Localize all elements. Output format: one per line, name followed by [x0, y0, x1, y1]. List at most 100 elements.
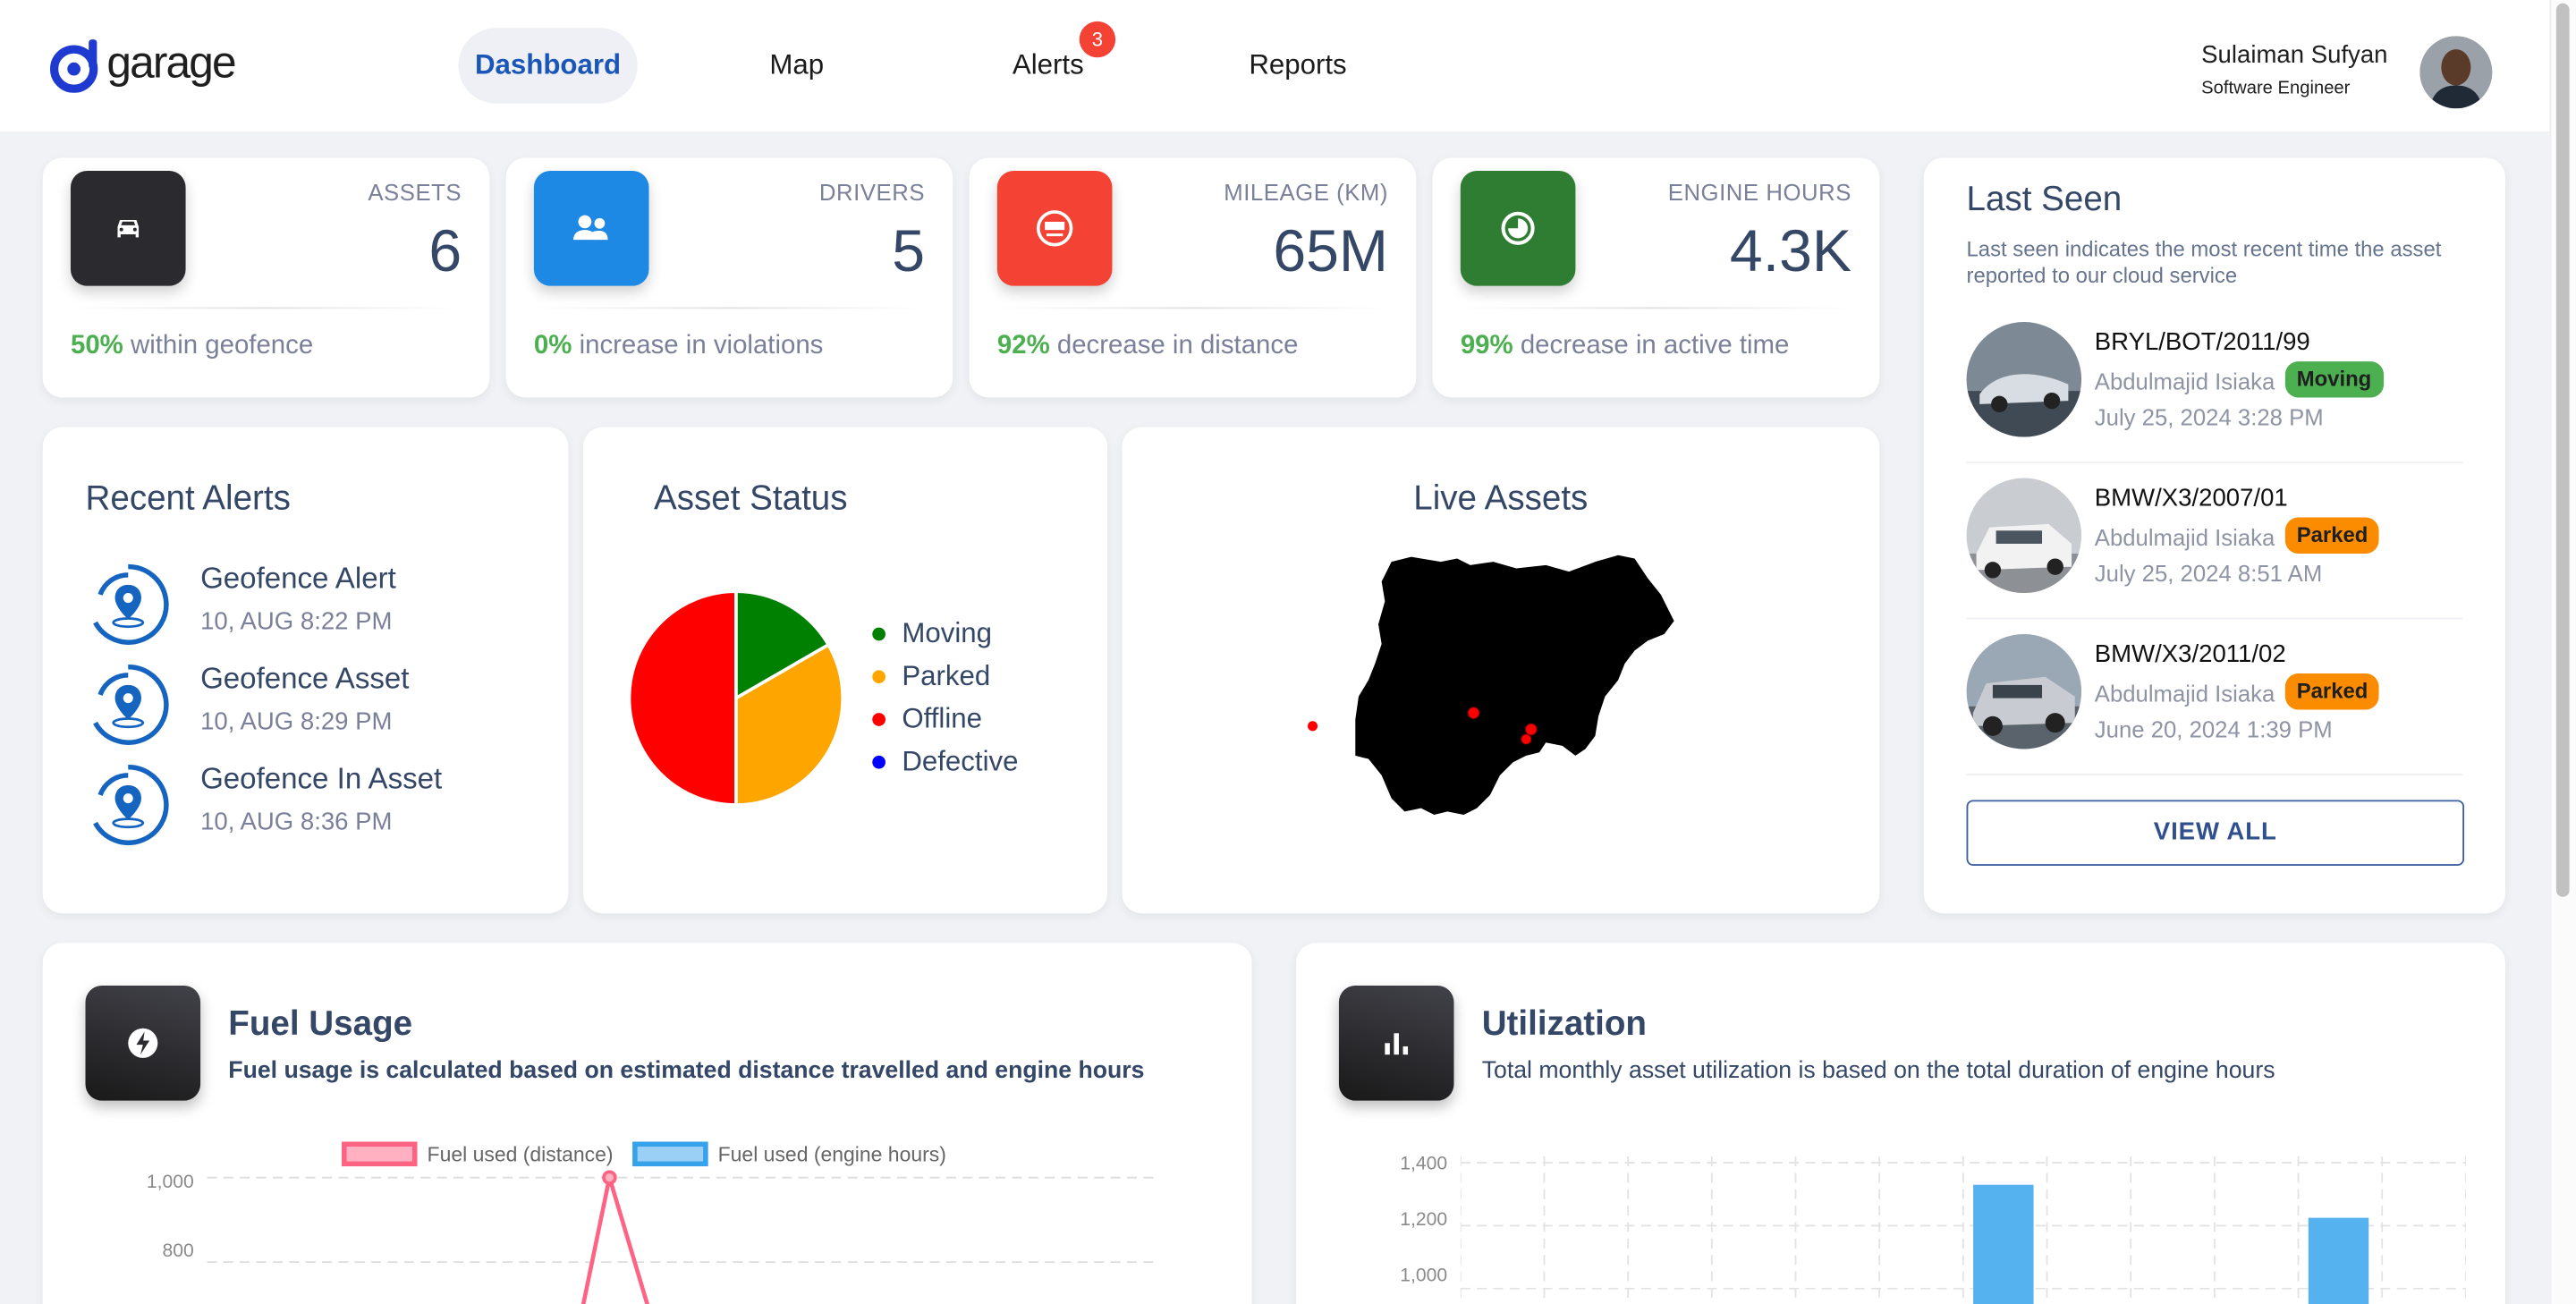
geofence-pin-icon [93, 664, 169, 745]
last-seen-item[interactable]: BMW/X3/2011/02 Abdulmajid Isiaka Parked … [1966, 628, 2463, 775]
last-seen-date: June 20, 2024 1:39 PM [2094, 716, 2333, 743]
nigeria-map[interactable] [1296, 548, 1690, 821]
stat-percent: 50% [70, 332, 123, 360]
utilization-bar[interactable] [2308, 1217, 2369, 1304]
last-seen-item[interactable]: BMW/X3/2007/01 Abdulmajid Isiaka Parked … [1966, 471, 2463, 620]
stat-footer: 92% decrease in distance [997, 332, 1299, 361]
asset-marker[interactable] [1467, 707, 1480, 719]
nav-dashboard[interactable]: Dashboard [458, 28, 638, 104]
legend-dot [872, 713, 886, 726]
stat-footer-text: within geofence [123, 332, 314, 360]
geofence-pin-icon [93, 764, 169, 845]
car-photo-icon [1966, 478, 2082, 594]
legend-item-defective: Defective [872, 746, 1019, 779]
timer-icon [1501, 211, 1535, 245]
alert-time: 10, AUG 8:29 PM [200, 707, 393, 736]
alert-item[interactable]: Geofence Asset 10, AUG 8:29 PM [86, 662, 546, 754]
divider [996, 307, 1389, 309]
y-tick-label: 800 [162, 1241, 194, 1262]
driver-name: Abdulmajid Isiaka [2094, 523, 2275, 551]
legend-label: Moving [902, 617, 993, 649]
vehicle-photo [1966, 478, 2082, 594]
stat-card-mileage: MILEAGE (KM) 65M 92% decrease in distanc… [969, 157, 1417, 398]
fuel-usage-card: Fuel Usage Fuel usage is calculated base… [42, 943, 1252, 1304]
legend-item-offline: Offline [872, 703, 982, 736]
status-badge: Parked [2284, 673, 2380, 710]
utilization-card: Utilization Total monthly asset utilizat… [1296, 943, 2505, 1304]
top-navbar: garage Dashboard Map Alerts 3 Reports Su… [0, 0, 2550, 131]
asset-status-card: Asset Status Moving Parked Offline Defec… [583, 427, 1107, 914]
alert-item[interactable]: Geofence In Asset 10, AUG 8:36 PM [86, 762, 546, 854]
nav-reports[interactable]: Reports [1224, 28, 1371, 103]
recent-alerts-title: Recent Alerts [85, 479, 291, 518]
odometer-icon [1036, 210, 1073, 247]
asset-status-pie-chart [627, 589, 845, 807]
fuel-distance-line [580, 1176, 649, 1304]
last-seen-description: Last seen indicates the most recent time… [1966, 236, 2442, 288]
live-assets-title: Live Assets [1413, 479, 1589, 518]
utilization-bar[interactable] [1973, 1184, 2034, 1304]
legend-label: Offline [902, 703, 983, 735]
stat-card-assets: ASSETS 6 50% within geofence [42, 157, 490, 398]
alert-time: 10, AUG 8:22 PM [200, 607, 393, 636]
view-all-button[interactable]: VIEW ALL [1966, 800, 2465, 866]
avatar-photo-icon [2419, 36, 2493, 109]
brand-logo[interactable]: garage [49, 33, 237, 98]
data-point[interactable] [602, 1170, 617, 1185]
status-badge: Parked [2284, 517, 2380, 554]
drivers-icon-tile [533, 171, 649, 286]
stat-footer-text: increase in violations [572, 332, 824, 360]
stat-value: 65M [1273, 216, 1389, 284]
driver-name: Abdulmajid Isiaka [2094, 680, 2275, 707]
asset-marker[interactable] [1308, 721, 1318, 732]
vehicle-plate: BMW/X3/2011/02 [2094, 640, 2286, 669]
last-seen-item[interactable]: BRYL/BOT/2011/99 Abdulmajid Isiaka Movin… [1966, 316, 2463, 463]
legend-item-parked: Parked [872, 660, 990, 693]
stat-label: ENGINE HOURS [1667, 179, 1852, 206]
y-tick-label: 1,000 [146, 1173, 194, 1193]
assets-icon-tile [70, 171, 186, 286]
status-badge: Moving [2284, 361, 2384, 398]
stat-percent: 0% [533, 332, 572, 360]
user-avatar[interactable] [2419, 36, 2493, 109]
legend-dot [872, 755, 886, 769]
asset-marker[interactable] [1525, 723, 1538, 736]
user-name: Sulaiman Sufyan [2201, 40, 2388, 70]
last-seen-date: July 25, 2024 3:28 PM [2094, 403, 2324, 431]
nav-map[interactable]: Map [723, 28, 870, 103]
stat-card-engine-hours: ENGINE HOURS 4.3K 99% decrease in active… [1432, 157, 1880, 398]
stat-footer: 99% decrease in active time [1461, 332, 1790, 361]
legend-dot [872, 670, 886, 684]
stat-label: ASSETS [368, 179, 462, 206]
scrollbar-thumb[interactable] [2555, 3, 2570, 897]
car-photo-icon [1966, 633, 2082, 749]
y-tick-label: 1,400 [1400, 1155, 1448, 1175]
asset-marker[interactable] [1521, 733, 1532, 745]
stat-footer-text: decrease in active time [1513, 332, 1790, 360]
vehicle-plate: BMW/X3/2007/01 [2094, 484, 2288, 513]
stat-footer: 50% within geofence [71, 332, 313, 361]
alert-item[interactable]: Geofence Alert 10, AUG 8:22 PM [86, 562, 546, 654]
pie-slice-offline[interactable] [627, 589, 738, 807]
stat-percent: 92% [996, 332, 1050, 360]
driver-name: Abdulmajid Isiaka [2094, 368, 2275, 394]
legend-label: Parked [902, 660, 991, 692]
vehicle-photo [1966, 633, 2082, 749]
y-tick-label: 1,200 [1400, 1210, 1448, 1231]
recent-alerts-card: Recent Alerts Geofence Alert 10, AUG 8:2… [42, 427, 569, 914]
stat-value: 4.3K [1729, 216, 1852, 284]
legend-dot [872, 627, 886, 641]
users-icon [573, 215, 608, 241]
eco-energy-icon [128, 1028, 158, 1058]
stat-label: DRIVERS [818, 179, 926, 206]
stat-footer: 0% increase in violations [534, 332, 823, 361]
stat-value: 5 [892, 216, 926, 284]
last-seen-card: Last Seen Last seen indicates the most r… [1923, 157, 2505, 914]
last-seen-title: Last Seen [1966, 181, 2123, 219]
stat-value: 6 [428, 216, 462, 284]
utilization-subtitle: Total monthly asset utilization is based… [1481, 1057, 2275, 1085]
car-icon [117, 220, 140, 238]
utilization-bar-chart [1460, 1156, 2466, 1304]
divider [70, 307, 462, 309]
logo-text: garage [106, 37, 236, 87]
